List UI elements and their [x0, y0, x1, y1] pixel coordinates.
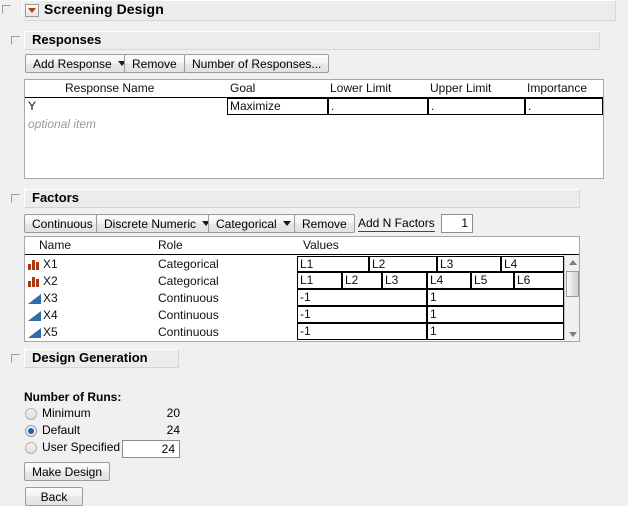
radio-default-label: Default	[42, 423, 80, 437]
responses-section-title: Responses	[32, 32, 101, 47]
page-title: Screening Design	[44, 1, 164, 17]
factor-role-cell[interactable]: Continuous	[158, 325, 219, 340]
response-upper-limit-cell[interactable]: .	[428, 98, 525, 115]
categorical-label: Categorical	[216, 217, 277, 231]
factor-value-cell[interactable]: L3	[437, 256, 501, 272]
user-specified-runs-input[interactable]: 24	[122, 440, 180, 458]
design-generation-section-title: Design Generation	[32, 350, 148, 365]
add-response-label: Add Response	[33, 57, 112, 71]
categorical-icon	[28, 259, 41, 270]
radio-user-specified-label: User Specified	[42, 440, 120, 454]
factors-disclosure-triangle[interactable]	[11, 194, 20, 203]
continuous-icon	[28, 294, 41, 304]
make-design-button[interactable]: Make Design	[24, 462, 110, 481]
response-importance-cell[interactable]: .	[525, 98, 603, 115]
factors-table: Name Role Values X1 Categorical L1 L2 L3…	[24, 236, 580, 342]
factor-value-cell[interactable]: L1	[297, 256, 369, 272]
number-of-runs-label: Number of Runs:	[24, 390, 121, 404]
radio-user-specified[interactable]	[25, 442, 37, 454]
responses-disclosure-triangle[interactable]	[11, 36, 20, 45]
radio-default[interactable]	[25, 425, 37, 437]
factor-value-cell[interactable]: -1	[297, 323, 427, 340]
factor-value-cell[interactable]: L4	[501, 256, 564, 272]
design-generation-section-header: Design Generation	[24, 349, 179, 368]
factor-value-cell[interactable]: L2	[342, 272, 382, 289]
responses-section-header: Responses	[24, 31, 600, 50]
categorical-icon	[28, 276, 41, 287]
chevron-down-icon	[283, 221, 291, 226]
discrete-numeric-factor-button[interactable]: Discrete Numeric	[96, 214, 218, 233]
factors-header-rule	[25, 254, 579, 255]
remove-response-button[interactable]: Remove	[124, 54, 185, 73]
column-header-lower-limit: Lower Limit	[330, 80, 430, 97]
factor-value-cell[interactable]: L2	[369, 256, 437, 272]
column-header-values: Values	[303, 237, 339, 254]
factor-role-cell[interactable]: Continuous	[158, 291, 219, 306]
scrollbar-thumb[interactable]	[566, 271, 579, 297]
factor-value-cell[interactable]: -1	[297, 289, 427, 306]
red-triangle-menu-icon[interactable]	[25, 4, 39, 17]
add-n-factors-input[interactable]: 1	[441, 214, 473, 233]
factor-name-cell[interactable]: X1	[43, 257, 58, 272]
minimum-runs-value: 20	[150, 406, 180, 420]
categorical-factor-button[interactable]: Categorical	[208, 214, 299, 233]
factor-value-cell[interactable]: L6	[514, 272, 564, 289]
radio-minimum-label: Minimum	[42, 406, 91, 420]
factor-name-cell[interactable]: X2	[43, 274, 58, 289]
factor-role-cell[interactable]: Continuous	[158, 308, 219, 323]
back-button[interactable]: Back	[25, 487, 83, 506]
response-goal-cell[interactable]: Maximize	[227, 98, 328, 115]
factor-value-cell[interactable]: 1	[427, 306, 564, 323]
continuous-factor-button[interactable]: Continuous	[24, 214, 101, 233]
screening-design-disclosure-triangle[interactable]	[2, 5, 11, 14]
factor-value-cell[interactable]: L1	[297, 272, 342, 289]
design-generation-disclosure-triangle[interactable]	[11, 354, 20, 363]
column-header-goal: Goal	[230, 80, 330, 97]
factor-value-cell[interactable]: 1	[427, 289, 564, 306]
factors-section-title: Factors	[32, 190, 79, 205]
column-header-upper-limit: Upper Limit	[430, 80, 530, 97]
factor-value-cell[interactable]: -1	[297, 306, 427, 323]
factor-name-cell[interactable]: X3	[43, 291, 58, 306]
factor-role-cell[interactable]: Categorical	[158, 257, 219, 272]
add-n-factors-label[interactable]: Add N Factors	[358, 216, 435, 232]
factors-table-scrollbar[interactable]	[564, 255, 579, 341]
factor-value-cell[interactable]: 1	[427, 323, 564, 340]
remove-factor-button[interactable]: Remove	[294, 214, 355, 233]
column-header-importance: Importance	[527, 80, 627, 97]
column-header-name: Name	[39, 237, 71, 254]
column-header-response-name: Response Name	[65, 80, 245, 97]
responses-table: Response Name Goal Lower Limit Upper Lim…	[24, 79, 604, 179]
continuous-icon	[28, 311, 41, 321]
radio-minimum[interactable]	[25, 408, 37, 420]
default-runs-value: 24	[150, 423, 180, 437]
scroll-down-icon[interactable]	[565, 327, 580, 341]
column-header-role: Role	[158, 237, 183, 254]
factor-value-cell[interactable]: L4	[427, 272, 471, 289]
factor-name-cell[interactable]: X4	[43, 308, 58, 323]
optional-item-row[interactable]: optional item	[28, 117, 96, 131]
response-lower-limit-cell[interactable]: .	[328, 98, 428, 115]
add-response-button[interactable]: Add Response	[25, 54, 134, 73]
factor-value-cell[interactable]: L5	[471, 272, 514, 289]
continuous-icon	[28, 328, 41, 338]
scroll-up-icon[interactable]	[565, 255, 580, 269]
factors-section-header: Factors	[24, 189, 580, 208]
factor-value-cell[interactable]: L3	[382, 272, 427, 289]
response-name-cell[interactable]: Y	[28, 99, 36, 114]
number-of-responses-button[interactable]: Number of Responses...	[184, 54, 329, 73]
factor-role-cell[interactable]: Categorical	[158, 274, 219, 289]
factor-name-cell[interactable]: X5	[43, 325, 58, 340]
discrete-numeric-label: Discrete Numeric	[104, 217, 196, 231]
